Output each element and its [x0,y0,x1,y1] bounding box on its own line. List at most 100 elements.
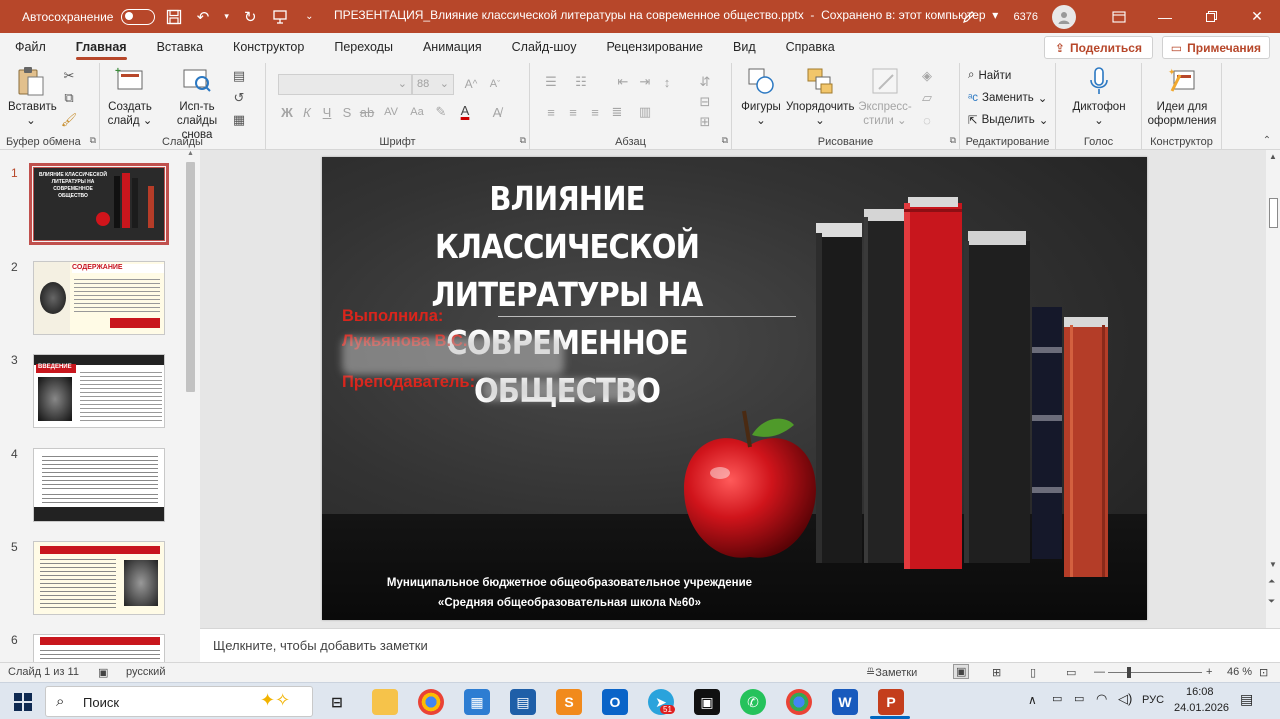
author-label[interactable]: Выполнила: [342,307,443,326]
clock-time[interactable]: 16:08 [1186,686,1214,698]
store-icon[interactable]: ▦ [464,689,490,715]
notes-toggle-button[interactable]: ≞Заметки [866,666,917,679]
notes-app-icon[interactable]: ▣ [694,689,720,715]
school-name-line2[interactable]: «Средняя общеобразовательная школа №60» [322,597,817,609]
whatsapp-icon[interactable]: ✆ [740,689,766,715]
slide-thumbnail-6[interactable] [33,634,165,662]
quick-styles-button[interactable]: Экспресс- стили ⌄ [854,65,916,128]
align-left-icon[interactable]: ≡ [542,103,560,121]
slideshow-icon[interactable]: ▭ [1066,666,1076,679]
zoom-level[interactable]: 46 % [1227,666,1252,678]
justify-icon[interactable]: ≣ [608,103,626,121]
layout-icon[interactable]: ▤ [230,67,248,85]
tab-slideshow[interactable]: Слайд-шоу [497,33,592,61]
undo-icon[interactable]: ↶ [192,6,214,28]
zoom-in-icon[interactable]: + [1206,666,1212,678]
shadow-icon[interactable]: S [338,103,356,121]
normal-view-icon[interactable]: ▣ [953,664,970,679]
shape-outline-icon[interactable]: ▱ [918,89,936,107]
underline-icon[interactable]: Ч [318,103,336,121]
battery-icon[interactable]: ▭ [1074,692,1084,705]
maximize-icon[interactable] [1188,0,1234,33]
shape-effects-icon[interactable]: ◌ [918,111,936,129]
arrange-button[interactable]: Упорядочить ⌄ [786,65,854,128]
font-launcher-icon[interactable]: ⧉ [520,135,526,146]
customize-qat-icon[interactable]: ⌄ [299,6,321,28]
minimize-icon[interactable]: — [1142,0,1188,33]
new-slide-button[interactable]: + Создать слайд ⌄ [106,65,154,128]
dictate-button[interactable]: Диктофон ⌄ [1068,65,1130,128]
undo-dropdown-icon[interactable]: ▾ [222,6,232,28]
italic-icon[interactable]: К [298,103,316,121]
design-ideas-button[interactable]: ✦ Идеи для оформления [1144,65,1220,128]
replace-button[interactable]: ᵃc Заменить ⌄ [968,91,1047,105]
zoom-slider[interactable] [1108,672,1202,673]
smartart-icon[interactable]: ⊞ [696,113,714,131]
collapse-ribbon-icon[interactable]: ⌃ [1258,131,1276,149]
tab-insert[interactable]: Вставка [142,33,218,61]
language-indicator[interactable]: русский [126,666,165,678]
zoom-slider-handle[interactable] [1127,667,1131,678]
chrome-profile-icon[interactable] [786,689,812,715]
task-view-icon[interactable]: ⊟ [324,689,350,715]
notifications-icon[interactable]: ▤ [1240,691,1253,708]
char-spacing-icon[interactable]: AV [382,103,400,121]
thumbnails-scroll-thumb[interactable] [186,162,195,392]
drawing-launcher-icon[interactable]: ⧉ [950,135,956,146]
format-painter-icon[interactable]: 🖌 [60,111,78,129]
wifi-icon[interactable]: ◠ [1096,691,1107,707]
grow-font-icon[interactable]: A ^ [462,75,480,93]
cut-icon[interactable]: ✂ [60,67,78,85]
ribbon-display-icon[interactable] [1096,0,1142,33]
slide-sorter-icon[interactable]: ⊞ [992,666,1001,679]
spellcheck-icon[interactable]: ▣ [98,666,108,679]
next-slide-icon[interactable]: ⏷ [1268,596,1275,607]
outlook-icon[interactable]: O [602,689,628,715]
columns-icon[interactable]: ▥ [636,103,654,121]
change-case-icon[interactable]: Aa [408,103,426,121]
presentation-icon[interactable] [269,6,291,28]
text-direction-icon[interactable]: ⇵ [696,73,714,91]
section-icon[interactable]: ▦ [230,111,248,129]
font-name-box[interactable]: ⌄ [278,74,412,95]
tray-overflow-icon[interactable]: ∧ [1028,693,1037,707]
clock-date[interactable]: 24.01.2026 [1174,702,1229,714]
thumbnails-scrollbar[interactable]: ▲ [184,150,196,660]
user-avatar[interactable] [1052,4,1076,29]
font-size-box[interactable]: 88 ⌄ [412,74,454,95]
paste-button[interactable]: Вставить ⌄ [8,65,57,128]
increase-indent-icon[interactable]: ⇥ [636,73,654,91]
close-icon[interactable]: ✕ [1234,0,1280,33]
tray-app-icon[interactable]: ▭ [1052,692,1062,705]
reset-icon[interactable]: ↺ [230,89,248,107]
find-button[interactable]: ⌕ Найти [968,69,1011,82]
pen-icon[interactable] [958,6,980,28]
slide-thumbnail-4[interactable] [33,448,165,522]
chrome-icon[interactable] [418,689,444,715]
tab-view[interactable]: Вид [718,33,771,61]
save-icon[interactable] [163,6,185,28]
fit-slide-icon[interactable]: ⊡ [1259,666,1268,679]
share-button[interactable]: ⇪ Поделиться [1043,36,1153,59]
editor-scroll-thumb[interactable] [1269,198,1278,228]
shapes-button[interactable]: Фигуры ⌄ [738,65,784,128]
reuse-slides-button[interactable]: Исп-ть слайды снова [162,65,232,142]
sublime-icon[interactable]: S [556,689,582,715]
bullets-icon[interactable]: ☰ [542,73,560,91]
teacher-label[interactable]: Преподаватель: [342,373,475,392]
taskbar-search[interactable]: ⌕ Поиск ✦✧ [45,686,313,717]
clear-format-icon[interactable]: A̸ [488,103,506,121]
align-text-icon[interactable]: ⊟ [696,93,714,111]
font-color-icon[interactable]: A [456,101,474,119]
prev-slide-icon[interactable]: ⏶ [1268,576,1275,587]
redo-icon[interactable]: ↻ [240,6,262,28]
word-icon[interactable]: W [832,689,858,715]
tab-help[interactable]: Справка [771,33,850,61]
volume-icon[interactable]: ◁) [1118,691,1132,707]
school-name-line1[interactable]: Муниципальное бюджетное общеобразователь… [322,577,817,589]
strikethrough-icon[interactable]: ab [358,103,376,121]
copy-icon[interactable]: ⧉ [60,89,78,107]
shrink-font-icon[interactable]: Aˇ [486,75,504,93]
highlight-icon[interactable]: ✎ [432,103,450,121]
autosave-toggle[interactable] [121,8,155,25]
